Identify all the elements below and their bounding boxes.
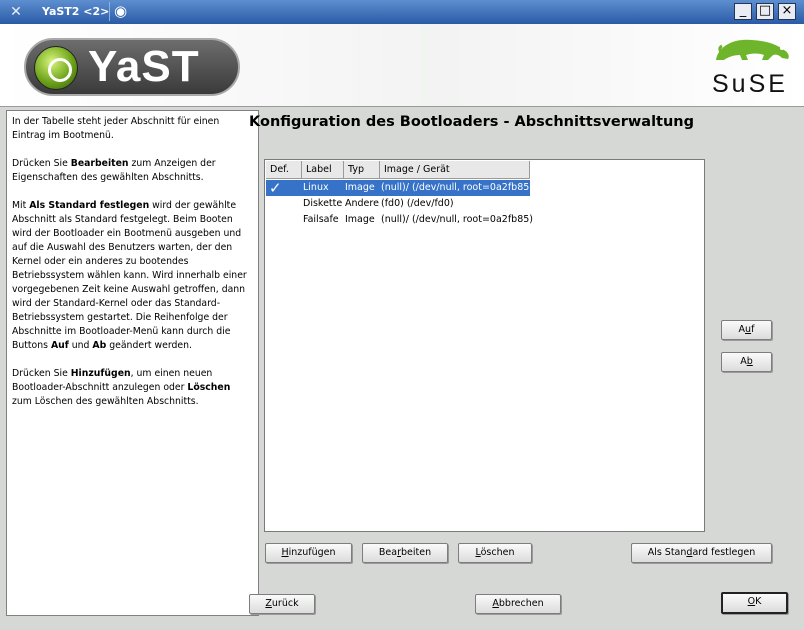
add-button[interactable]: Hinzufügen	[265, 543, 352, 563]
column-header-def[interactable]: Def.	[266, 161, 302, 179]
delete-button[interactable]: Löschen	[458, 543, 532, 563]
maximize-button[interactable]: □	[756, 3, 774, 20]
gecko-icon	[716, 39, 789, 60]
column-header-label[interactable]: Label	[302, 161, 344, 179]
table-header: Def. Label Typ Image / Gerät	[266, 161, 705, 180]
window-menu-icon[interactable]: ✕	[7, 4, 25, 20]
back-button[interactable]: Zurück	[249, 594, 315, 614]
table-row[interactable]: Diskette Andere (fd0) (/dev/fd0)	[266, 196, 530, 212]
yast-orb-icon	[34, 46, 78, 90]
page-title: Konfiguration des Bootloaders - Abschnit…	[249, 114, 694, 130]
default-check-icon: ✓	[269, 179, 282, 197]
suse-logo-text: SuSE	[712, 70, 788, 98]
help-paragraph: Mit Als Standard festlegen wird der gewä…	[12, 200, 247, 351]
minimize-button[interactable]: _	[734, 3, 752, 20]
window-title: YaST2 <2>	[42, 5, 110, 18]
yast-logo-text: YaST	[88, 42, 200, 91]
edit-button[interactable]: Bearbeiten	[362, 543, 448, 563]
header-banner: YaST SuSE	[0, 24, 804, 107]
suse-chameleon-icon: ◉	[109, 2, 136, 21]
up-button[interactable]: Auf	[721, 320, 772, 340]
close-button[interactable]: ×	[778, 3, 796, 20]
down-button[interactable]: Ab	[721, 352, 772, 372]
table-row[interactable]: ✓ Linux Image (null)/ (/dev/null, root=0…	[266, 179, 533, 197]
help-paragraph: Drücken Sie Bearbeiten zum Anzeigen der …	[12, 158, 216, 183]
suse-logo: SuSE	[710, 30, 794, 100]
boot-sections-table[interactable]: Def. Label Typ Image / Gerät ✓ Linux Ima…	[264, 159, 705, 532]
column-header-image[interactable]: Image / Gerät	[380, 161, 530, 179]
ok-button[interactable]: OK	[721, 592, 788, 614]
help-paragraph: Drücken Sie Hinzufügen, um einen neuen B…	[12, 368, 231, 407]
help-panel: In der Tabelle steht jeder Abschnitt für…	[6, 110, 259, 616]
window-titlebar: ✕ YaST2 <2> ◉ _ □ ×	[0, 0, 804, 25]
help-paragraph: In der Tabelle steht jeder Abschnitt für…	[12, 116, 220, 141]
column-header-type[interactable]: Typ	[344, 161, 380, 179]
abort-button[interactable]: Abbrechen	[475, 594, 561, 614]
yast-logo: YaST	[24, 38, 240, 96]
table-row[interactable]: Failsafe Image (null)/ (/dev/null, root=…	[266, 212, 533, 228]
set-default-button[interactable]: Als Standard festlegen	[631, 543, 772, 563]
